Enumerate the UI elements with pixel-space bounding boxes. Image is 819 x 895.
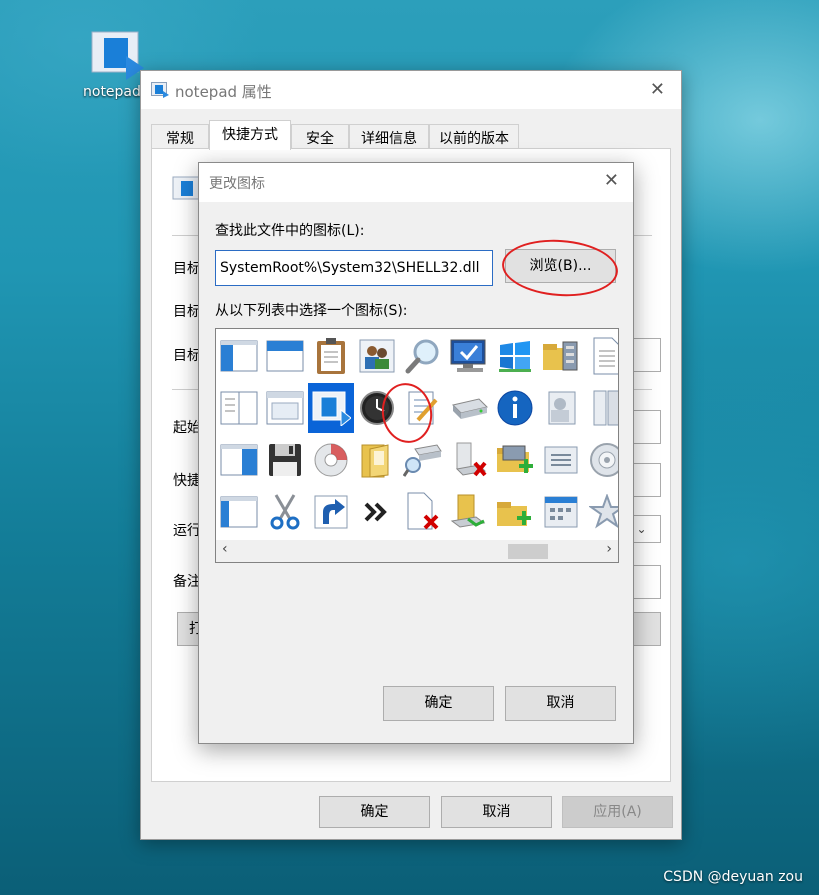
change-icon-dialog: 更改图标 ✕ 查找此文件中的图标(L): SystemRoot%\System3… [198,162,634,744]
close-icon[interactable]: ✕ [650,79,665,100]
drive-icon[interactable] [446,383,492,433]
document-icon[interactable] [584,331,618,381]
tab-previous-versions[interactable]: 以前的版本 [429,124,519,149]
ok-button[interactable]: 确定 [319,796,430,828]
cd-drive-icon[interactable] [308,435,354,485]
apply-button[interactable]: 应用(A) [562,796,673,828]
tab-security[interactable]: 安全 [291,124,349,149]
magnifier-icon[interactable] [400,331,446,381]
target-type-label: 目标 [173,261,201,277]
close-icon[interactable]: ✕ [604,170,619,191]
file-label: 查找此文件中的图标(L): [215,223,365,239]
dialog-cancel-button[interactable]: 取消 [505,686,616,721]
book-icon[interactable] [584,383,618,433]
list-icon[interactable] [538,435,584,485]
desktop-icon-label: notepad [83,84,141,100]
user-frame-icon[interactable] [538,383,584,433]
window-frame-icon[interactable] [262,383,308,433]
calendar-window-icon[interactable] [538,487,584,537]
monitor-check-icon[interactable] [446,331,492,381]
scissors-icon[interactable] [262,487,308,537]
icon-list-label: 从以下列表中选择一个图标(S): [215,303,408,319]
network-drive-icon[interactable] [400,435,446,485]
shortcut-icon-preview [172,174,200,202]
folder-add-icon[interactable] [492,435,538,485]
dialog-titlebar[interactable]: 更改图标 ✕ [199,163,633,202]
scroll-left-icon[interactable]: ‹ [222,541,228,557]
notepad-shortcut-icon [88,30,144,80]
shortcut-arrow-icon[interactable] [308,487,354,537]
target-location-label: 目标 [173,304,201,320]
cancel-button[interactable]: 取消 [441,796,552,828]
icon-grid [216,329,618,539]
tab-general[interactable]: 常规 [151,124,209,149]
split-window-icon[interactable] [216,383,262,433]
icon-list[interactable]: ‹ › [215,328,619,563]
target-label: 目标 [173,348,201,364]
app-icon [151,82,169,98]
shortcut-key-label: 快捷 [173,473,201,489]
clock-icon[interactable] [354,383,400,433]
scrollbar-thumb[interactable] [508,544,548,559]
folder-link-icon[interactable] [446,487,492,537]
windows-logo-icon[interactable] [492,331,538,381]
window-sidebar-icon[interactable] [216,435,262,485]
notepad-icon[interactable] [400,383,446,433]
floppy-disk-icon[interactable] [262,435,308,485]
icon-file-input[interactable]: SystemRoot%\System32\SHELL32.dll [215,250,493,286]
dialog-ok-button[interactable]: 确定 [383,686,494,721]
folder-cabinet-icon[interactable] [538,331,584,381]
window-panel-icon[interactable] [216,487,262,537]
document-remove-icon[interactable] [400,487,446,537]
watermark: CSDN @deyuan zou [663,869,803,885]
info-icon[interactable] [492,383,538,433]
window-sidebar-icon[interactable] [216,331,262,381]
properties-titlebar[interactable]: notepad 属性 ✕ [141,71,681,109]
drive-remove-icon[interactable] [446,435,492,485]
star-icon[interactable] [584,487,618,537]
horizontal-scrollbar[interactable]: ‹ › [216,540,618,562]
folder-add-icon[interactable] [492,487,538,537]
notepad-icon-selected[interactable] [308,383,354,433]
double-chevron-icon[interactable] [354,487,400,537]
users-icon[interactable] [354,331,400,381]
open-folder-icon[interactable] [354,435,400,485]
run-label: 运行 [173,523,201,539]
browse-button[interactable]: 浏览(B)... [505,249,616,283]
scroll-right-icon[interactable]: › [606,541,612,557]
comment-label: 备注 [173,574,201,590]
dialog-title: 更改图标 [209,176,265,192]
tab-details[interactable]: 详细信息 [349,124,429,149]
chevron-down-icon: ⌄ [636,522,647,536]
clipboard-icon[interactable] [308,331,354,381]
properties-title: notepad 属性 [175,83,272,101]
start-in-label: 起始 [173,420,201,436]
window-header-icon[interactable] [262,331,308,381]
tab-shortcut[interactable]: 快捷方式 [209,120,291,150]
disc-icon[interactable] [584,435,618,485]
